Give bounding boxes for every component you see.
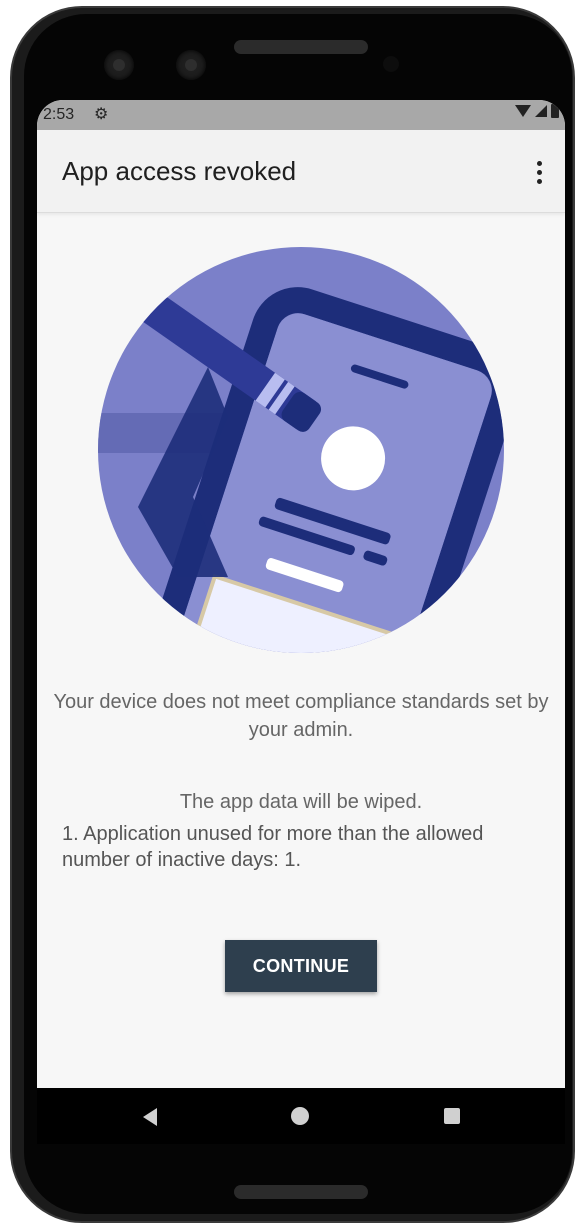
- page-title: App access revoked: [62, 156, 297, 186]
- revoked-illustration: [98, 247, 504, 653]
- bottom-speaker: [234, 1185, 368, 1199]
- menu-dot: [536, 178, 542, 184]
- wifi-icon: [515, 105, 531, 117]
- wipe-notice: The app data will be wiped.: [179, 791, 423, 813]
- front-sensor-icon: [176, 50, 206, 80]
- recents-icon[interactable]: [444, 1108, 460, 1124]
- proximity-sensor: [383, 56, 399, 72]
- screen: 2:53 ⚙ App access revoked Your device do…: [37, 100, 565, 1144]
- status-icons: [515, 104, 559, 118]
- home-icon[interactable]: [291, 1107, 309, 1125]
- signal-icon: [535, 105, 547, 117]
- navigation-bar: [37, 1088, 565, 1144]
- back-icon[interactable]: [143, 1108, 157, 1126]
- revocation-reason: 1. Application unused for more than the …: [62, 823, 484, 871]
- front-camera-icon: [104, 50, 134, 80]
- battery-icon: [551, 104, 559, 118]
- more-vert-icon[interactable]: [527, 152, 551, 192]
- menu-dot: [536, 169, 542, 175]
- status-bar: 2:53 ⚙: [37, 100, 565, 130]
- top-speaker: [234, 40, 368, 54]
- app-bar: App access revoked: [37, 130, 565, 213]
- compliance-message: Your device does not meet compliance sta…: [53, 691, 549, 741]
- continue-button[interactable]: CONTINUE: [225, 940, 377, 992]
- status-time: 2:53: [43, 106, 75, 123]
- menu-dot: [536, 160, 542, 166]
- gear-icon: ⚙: [94, 106, 109, 123]
